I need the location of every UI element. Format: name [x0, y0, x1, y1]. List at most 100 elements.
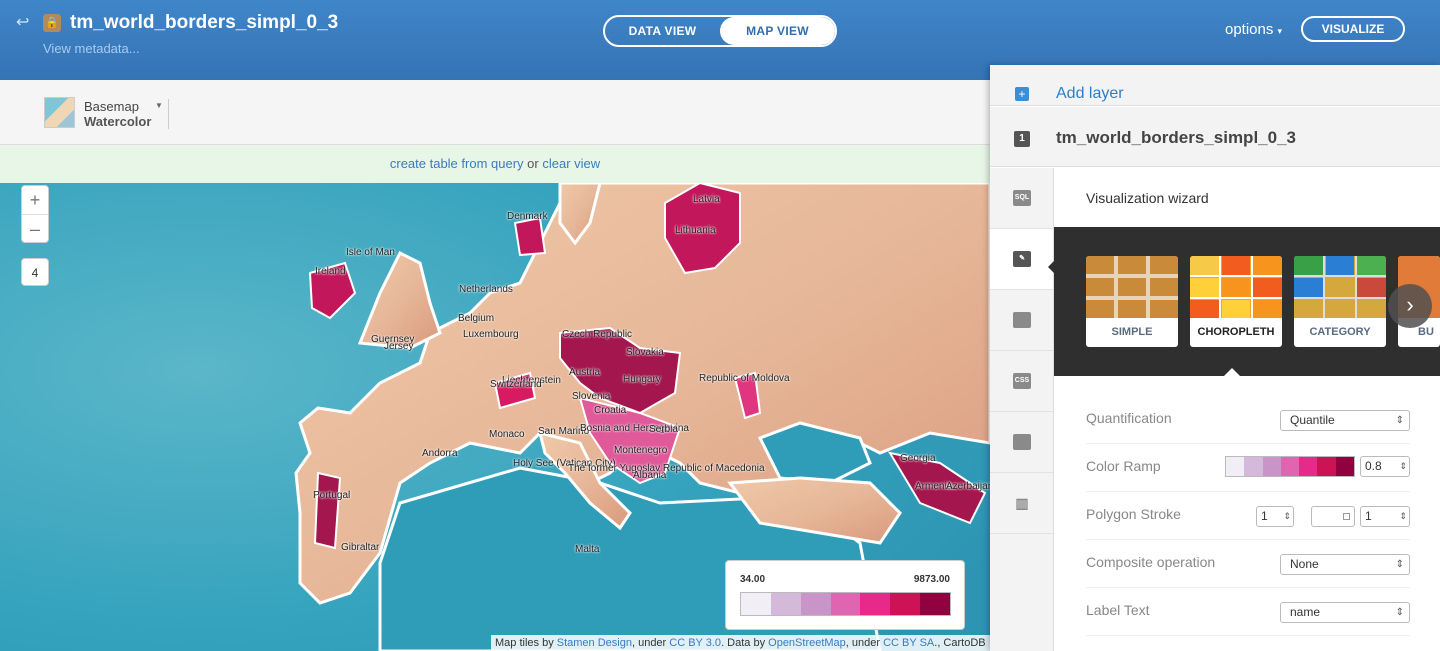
map-label: Gibraltar — [341, 542, 380, 553]
attribution-text: ., CartoDB — [934, 637, 986, 649]
opacity-stepper[interactable]: 0.8 — [1360, 456, 1410, 477]
map-label: Lithuania — [675, 225, 716, 236]
composite-select[interactable]: None — [1280, 554, 1410, 575]
viz-card-choropleth[interactable]: CHOROPLETH — [1190, 256, 1282, 347]
clear-view-link[interactable]: clear view — [542, 156, 600, 171]
ramp-color-step — [920, 593, 951, 615]
layer-header[interactable]: 1 tm_world_borders_simpl_0_3 — [990, 107, 1440, 167]
attribution-text: , under — [845, 637, 884, 649]
viz-card-category[interactable]: CATEGORY — [1294, 256, 1386, 347]
tab-css[interactable]: CSS — [990, 351, 1053, 412]
map-label: Georgia — [900, 453, 936, 464]
map-label: Latvia — [693, 194, 720, 205]
options-menu[interactable]: options ▾ — [1225, 21, 1282, 38]
attribution-text: , under — [631, 637, 670, 649]
ramp-color-step — [741, 593, 771, 615]
add-layer-bar[interactable]: + Add layer — [990, 65, 1440, 106]
map-label: Belgium — [458, 313, 495, 324]
map-label: Azerbaijan — [946, 481, 990, 492]
legend-max: 9873.00 — [913, 574, 950, 585]
color-swatch-icon — [1343, 513, 1350, 520]
ramp-color-step — [1262, 457, 1281, 476]
map-label: Andorra — [422, 448, 458, 459]
viz-card-label: CHOROPLETH — [1197, 326, 1275, 338]
map-label: Republic of Moldova — [699, 373, 790, 384]
ramp-color-step — [1244, 457, 1263, 476]
or-text: or — [523, 156, 543, 171]
caret-down-icon: ▾ — [1277, 26, 1283, 36]
label-text-select[interactable]: name — [1280, 602, 1410, 623]
quantification-select[interactable]: Quantile — [1280, 410, 1410, 431]
map-label: Hungary — [623, 374, 661, 385]
zoom-in-button[interactable]: + — [22, 186, 48, 214]
map-label: Slovakia — [626, 347, 664, 358]
basemap-dropdown-icon[interactable]: ▼ — [155, 101, 163, 110]
legend-min: 34.00 — [740, 574, 766, 585]
denmark-shape — [513, 216, 547, 257]
viz-card-label: SIMPLE — [1111, 326, 1153, 338]
map-label: Austria — [569, 367, 601, 378]
ramp-color-step — [890, 593, 921, 615]
map-view-tab[interactable]: MAP VIEW — [720, 17, 835, 45]
map-label: Denmark — [507, 211, 548, 222]
category-thumbnail — [1294, 256, 1386, 318]
cc-by-sa-link[interactable]: CC BY SA — [883, 637, 934, 649]
back-arrow-icon[interactable]: ↩ — [16, 14, 34, 32]
create-table-from-query-link[interactable]: create table from query — [390, 156, 524, 171]
ramp-color-step — [1226, 457, 1245, 476]
sql-icon: SQL — [1013, 190, 1031, 206]
layer-name[interactable]: tm_world_borders_simpl_0_3 — [1056, 128, 1296, 148]
table-title[interactable]: tm_world_borders_simpl_0_3 — [70, 12, 338, 34]
map-label: Croatia — [594, 405, 627, 416]
lock-icon[interactable]: 🔒 — [43, 14, 61, 32]
attribution-text: . Data by — [721, 637, 769, 649]
stamen-link[interactable]: Stamen Design — [557, 637, 632, 649]
add-layer-label[interactable]: Add layer — [1056, 85, 1124, 103]
zoom-level-indicator: 4 — [21, 258, 49, 286]
portugal-shape — [313, 471, 342, 550]
color-ramp-row: Color Ramp 0.8 — [1086, 444, 1410, 492]
visualize-button[interactable]: VISUALIZE — [1301, 16, 1405, 42]
simple-thumbnail — [1086, 256, 1178, 318]
composite-label: Composite operation — [1086, 554, 1216, 570]
css-icon: CSS — [1013, 373, 1031, 389]
tab-filters[interactable]: ▥ — [990, 473, 1053, 534]
ramp-color-step — [1317, 457, 1336, 476]
selected-viz-pointer — [1223, 368, 1241, 377]
viz-card-label: CATEGORY — [1309, 326, 1371, 338]
map-label: Monaco — [489, 429, 525, 440]
tab-legend[interactable] — [990, 412, 1053, 473]
plus-icon[interactable]: + — [1015, 87, 1029, 101]
legend-color-ramp — [740, 592, 951, 616]
stroke-color-picker[interactable] — [1311, 506, 1355, 527]
layer-panel: + Add layer 1 tm_world_borders_simpl_0_3… — [990, 65, 1440, 651]
ramp-color-step — [860, 593, 891, 615]
tab-wizard[interactable]: ✎ — [990, 229, 1053, 290]
speech-bubble-icon — [1013, 312, 1031, 328]
basemap-label[interactable]: Basemap — [84, 99, 139, 114]
basemap-thumbnail[interactable] — [44, 97, 75, 128]
attribution-text: Map tiles by — [495, 637, 557, 649]
zoom-out-button[interactable]: – — [22, 215, 48, 243]
view-toggle: DATA VIEW MAP VIEW — [603, 15, 837, 47]
tab-sql[interactable]: SQL — [990, 168, 1053, 229]
map-label: Switzerland — [490, 379, 542, 390]
label-text-label: Label Text — [1086, 602, 1150, 618]
basemap-value[interactable]: Watercolor — [84, 114, 151, 129]
map-label: Serbia — [649, 424, 678, 435]
stroke-opacity-stepper[interactable]: 1 — [1360, 506, 1410, 527]
stroke-width-stepper[interactable]: 1 — [1256, 506, 1294, 527]
toolbar-divider — [168, 99, 169, 129]
color-ramp-picker[interactable] — [1225, 456, 1355, 477]
cc-by-link[interactable]: CC BY 3.0 — [669, 637, 721, 649]
map-toolbar: Basemap Watercolor ▼ — [0, 80, 990, 145]
view-metadata-link[interactable]: View metadata... — [43, 41, 140, 56]
osm-link[interactable]: OpenStreetMap — [768, 637, 846, 649]
next-arrow-button[interactable]: › — [1388, 284, 1432, 328]
map-label: Jersey — [384, 341, 414, 352]
data-view-tab[interactable]: DATA VIEW — [605, 17, 720, 45]
tab-infowindow[interactable] — [990, 290, 1053, 351]
map-label: Netherlands — [459, 284, 513, 295]
viz-card-simple[interactable]: SIMPLE — [1086, 256, 1178, 347]
map-label: Czech Republic — [562, 329, 633, 340]
